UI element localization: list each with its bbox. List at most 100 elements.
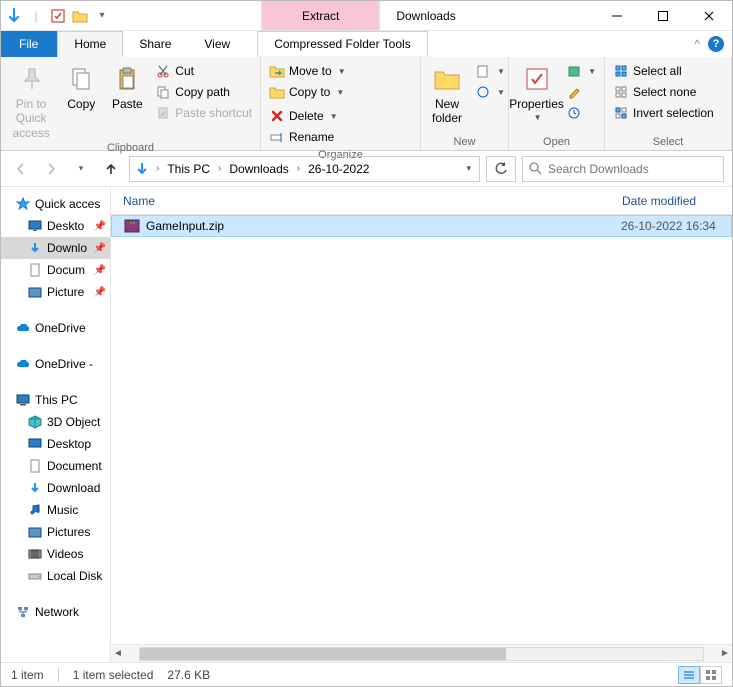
nav-pc-videos[interactable]: Videos [1,543,110,565]
new-item-button[interactable]: ▼ [471,61,509,81]
nav-pc-documents[interactable]: Document [1,455,110,477]
copy-icon [65,63,97,95]
nav-onedrive-1[interactable]: OneDrive [1,317,110,339]
folder-copy-icon [269,84,285,100]
pin-quick-access-button[interactable]: Pin to Quick access [5,59,57,140]
new-folder-icon [431,63,463,95]
nav-network[interactable]: Network [1,601,110,623]
easy-access-icon [475,84,491,100]
new-group-label: New [425,134,504,150]
search-input[interactable] [548,162,717,176]
nav-pc-desktop[interactable]: Desktop [1,433,110,455]
nav-qa-pictures[interactable]: Picture📌 [1,281,110,303]
new-folder-button[interactable]: New folder [425,59,469,126]
nav-pc-music[interactable]: Music [1,499,110,521]
nav-pc-localdisk[interactable]: Local Disk [1,565,110,587]
nav-quick-access[interactable]: Quick acces [1,193,110,215]
up-button[interactable] [99,157,123,181]
column-name[interactable]: Name [123,194,622,208]
qat-divider-icon: | [27,7,45,25]
scroll-right-icon[interactable]: ► [718,648,732,659]
rename-button[interactable]: Rename [265,127,342,147]
close-button[interactable] [686,1,732,30]
recent-locations-button[interactable]: ▾ [69,157,93,181]
video-icon [27,546,43,562]
tab-file[interactable]: File [1,31,57,57]
edit-icon [566,84,582,100]
invert-selection-button[interactable]: Invert selection [609,103,718,123]
nav-qa-downloads[interactable]: Downlo📌 [1,237,110,259]
address-bar[interactable]: › This PC › Downloads › 26-10-2022 ▾ [129,156,480,182]
cut-button[interactable]: Cut [151,61,256,81]
document-icon [27,262,43,278]
breadcrumb-downloads[interactable]: Downloads [227,162,290,176]
properties-qat-icon[interactable] [49,7,67,25]
nav-onedrive-2[interactable]: OneDrive - [1,353,110,375]
minimize-button[interactable] [594,1,640,30]
navigation-pane[interactable]: Quick acces Deskto📌 Downlo📌 Docum📌 Pictu… [1,187,111,662]
nav-qa-desktop[interactable]: Deskto📌 [1,215,110,237]
thumbnails-view-button[interactable] [700,666,722,684]
status-selected: 1 item selected [73,668,154,682]
refresh-button[interactable] [486,156,516,182]
search-box[interactable] [522,156,724,182]
delete-button[interactable]: Delete▼ [265,106,342,126]
breadcrumb-date[interactable]: 26-10-2022 [306,162,371,176]
folder-move-icon [269,63,285,79]
column-date-modified[interactable]: Date modified [622,194,732,208]
easy-access-button[interactable]: ▼ [471,82,509,102]
forward-button[interactable] [39,157,63,181]
open-button[interactable]: ▼ [562,61,600,81]
file-list[interactable]: GameInput.zip 26-10-2022 16:34 [111,215,732,644]
nav-pc-3dobjects[interactable]: 3D Object [1,411,110,433]
drive-icon [27,568,43,584]
back-button[interactable] [9,157,33,181]
select-none-button[interactable]: Select none [609,82,718,102]
tab-share[interactable]: Share [123,31,188,57]
app-icon [5,7,23,25]
select-none-icon [613,84,629,100]
scroll-thumb[interactable] [140,648,506,660]
pc-icon [15,392,31,408]
tab-compressed-tools[interactable]: Compressed Folder Tools [257,31,428,57]
invert-selection-icon [613,105,629,121]
pin-icon: 📌 [94,221,106,232]
scroll-left-icon[interactable]: ◄ [111,648,125,659]
nav-pc-downloads[interactable]: Download [1,477,110,499]
paste-shortcut-button[interactable]: Paste shortcut [151,103,256,123]
copy-path-button[interactable]: Copy path [151,82,256,102]
column-headers[interactable]: Name Date modified [111,187,732,215]
tab-home[interactable]: Home [57,31,123,57]
tab-view[interactable]: View [188,31,247,57]
open-group-label: Open [513,134,600,150]
nav-pc-pictures[interactable]: Pictures [1,521,110,543]
paste-button[interactable]: Paste [105,59,149,111]
copy-to-button[interactable]: Copy to▼ [265,82,350,102]
cloud-icon [15,320,31,336]
maximize-button[interactable] [640,1,686,30]
details-view-button[interactable] [678,666,700,684]
collapse-ribbon-icon[interactable]: ^ [694,37,700,51]
nav-qa-documents[interactable]: Docum📌 [1,259,110,281]
properties-button[interactable]: Properties ▼ [513,59,560,123]
address-dropdown-icon[interactable]: ▾ [466,163,471,174]
rename-icon [269,129,285,145]
file-name: GameInput.zip [146,219,621,233]
new-folder-qat-icon[interactable] [71,7,89,25]
zip-file-icon [124,218,140,234]
history-button[interactable] [562,103,600,123]
pin-icon: 📌 [94,243,106,254]
edit-button[interactable] [562,82,600,102]
copy-button[interactable]: Copy [59,59,103,111]
select-all-button[interactable]: Select all [609,61,718,81]
help-icon[interactable]: ? [708,36,724,52]
breadcrumb-this-pc[interactable]: This PC [165,162,212,176]
qat-customize-icon[interactable]: ▾ [93,7,111,25]
nav-this-pc[interactable]: This PC [1,389,110,411]
file-row[interactable]: GameInput.zip 26-10-2022 16:34 [111,215,732,237]
horizontal-scrollbar[interactable]: ◄ ► [111,644,732,662]
window-title: Downloads [380,1,594,30]
move-to-button[interactable]: Move to▼ [265,61,350,81]
file-date: 26-10-2022 16:34 [621,219,731,233]
download-icon [27,480,43,496]
